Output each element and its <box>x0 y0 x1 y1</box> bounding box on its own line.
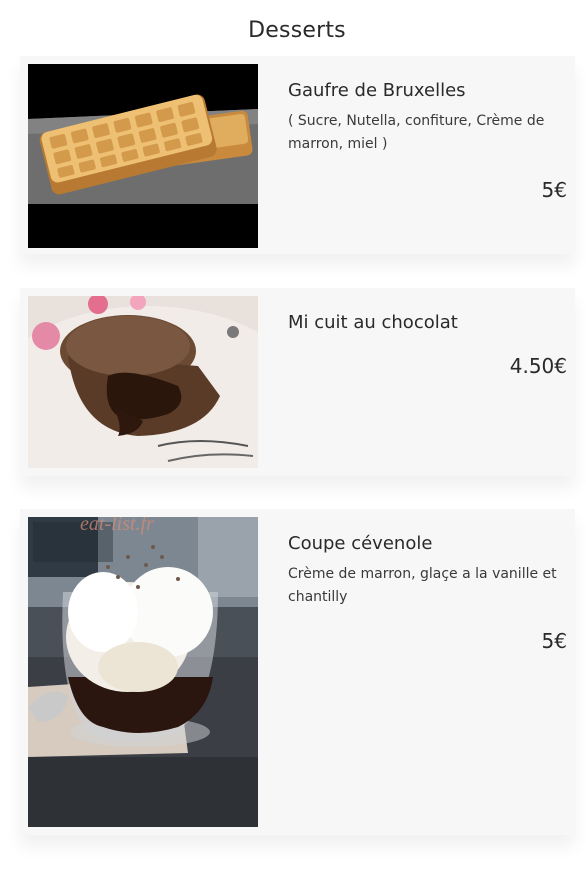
item-name: Mi cuit au chocolat <box>288 312 458 333</box>
ice-cream-sundae-photo: eat-list.fr <box>28 517 258 827</box>
item-description: ( Sucre, Nutella, confiture, Crème de ma… <box>288 113 545 152</box>
menu-item-card[interactable]: eat-list.fr Coupe cévenole Crème de marr… <box>20 509 575 835</box>
item-description: Crème de marron, glaçe a la vanille et c… <box>288 566 557 605</box>
menu-item-card[interactable]: Mi cuit au chocolat 4.50€ <box>20 288 575 476</box>
waffle-photo <box>28 64 258 248</box>
menu-item-card[interactable]: Gaufre de Bruxelles ( Sucre, Nutella, co… <box>20 56 575 254</box>
page-title: Desserts <box>248 18 346 43</box>
item-price: 4.50€ <box>509 354 567 378</box>
item-price: 5€ <box>541 178 567 202</box>
item-name: Gaufre de Bruxelles <box>288 80 466 101</box>
watermark: eat-list.fr <box>80 517 154 535</box>
item-name: Coupe cévenole <box>288 533 433 554</box>
item-price: 5€ <box>541 629 567 653</box>
chocolate-lava-cake-photo <box>28 296 258 468</box>
